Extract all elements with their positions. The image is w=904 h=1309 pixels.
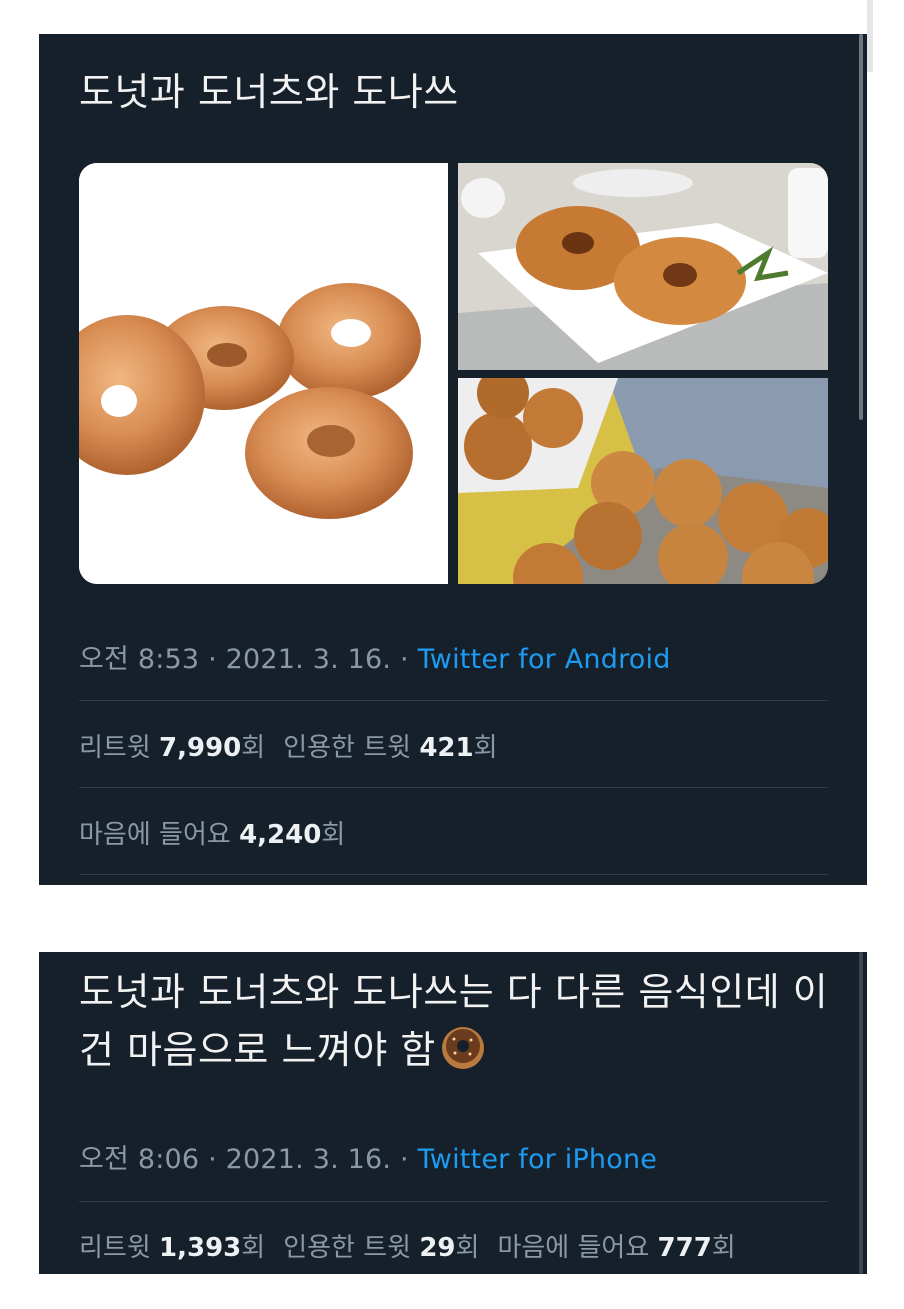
tweet-card-1[interactable]: 도넛과 도너츠와 도나쓰 오전 8:53 · 2021. 3. 16. · Tw…: [39, 34, 867, 885]
tweet-source-link[interactable]: Twitter for iPhone: [418, 1144, 658, 1175]
quote-count: 29: [419, 1233, 456, 1263]
retweet-count: 7,990: [159, 733, 242, 763]
tweet-text: 도넛과 도너츠와 도나쓰: [79, 70, 459, 114]
tweet-text: 도넛과 도너츠와 도나쓰는 다 다른 음식인데 이건 마음으로 느껴야 함: [79, 970, 829, 1072]
like-count: 777: [657, 1233, 712, 1263]
donut-holes-illustration: [458, 378, 828, 584]
quote-stat[interactable]: 인용한 트윗 421회: [283, 733, 497, 763]
tweet-card-2[interactable]: 도넛과 도너츠와 도나쓰는 다 다른 음식인데 이건 마음으로 느껴야 함 오전…: [39, 952, 867, 1274]
retweet-stat[interactable]: 리트윗 1,393회: [79, 1233, 265, 1263]
divider: [79, 874, 828, 875]
scrollbar-track[interactable]: [859, 952, 863, 1274]
like-stat[interactable]: 마음에 들어요 4,240회: [79, 820, 345, 850]
tweet-time: 오전 8:06 · 2021. 3. 16. ·: [79, 1144, 418, 1175]
retweet-count: 1,393: [159, 1233, 242, 1263]
divider: [79, 700, 828, 701]
doughnut-emoji-icon: [440, 1025, 486, 1071]
engagement-stats: 리트윗 1,393회 인용한 트윗 29회 마음에 들어요 777회: [79, 1227, 736, 1264]
tweet-time: 오전 8:53 · 2021. 3. 16. ·: [79, 644, 418, 675]
tweet-timestamp-line: 오전 8:53 · 2021. 3. 16. · Twitter for And…: [79, 637, 671, 676]
tweet-source-link[interactable]: Twitter for Android: [418, 644, 671, 675]
donut-holes-image[interactable]: [458, 378, 828, 584]
divider: [79, 1201, 828, 1202]
like-stat[interactable]: 마음에 들어요 777회: [497, 1233, 735, 1263]
cake-donuts-illustration: [458, 163, 828, 370]
cake-donuts-image[interactable]: [458, 163, 828, 370]
divider: [79, 787, 828, 788]
like-count: 4,240: [239, 820, 322, 850]
likes-stats: 마음에 들어요 4,240회: [79, 814, 345, 851]
tweet-timestamp-line: 오전 8:06 · 2021. 3. 16. · Twitter for iPh…: [79, 1137, 657, 1176]
glazed-donuts-illustration: [79, 163, 448, 584]
engagement-stats: 리트윗 7,990회 인용한 트윗 421회: [79, 727, 498, 764]
quote-stat[interactable]: 인용한 트윗 29회: [283, 1233, 479, 1263]
retweet-stat[interactable]: 리트윗 7,990회: [79, 733, 265, 763]
media-grid[interactable]: [79, 163, 828, 584]
scrollbar-thumb[interactable]: [859, 34, 863, 420]
page-scroll-edge: [867, 0, 873, 72]
glazed-donuts-image[interactable]: [79, 163, 448, 584]
quote-count: 421: [419, 733, 474, 763]
